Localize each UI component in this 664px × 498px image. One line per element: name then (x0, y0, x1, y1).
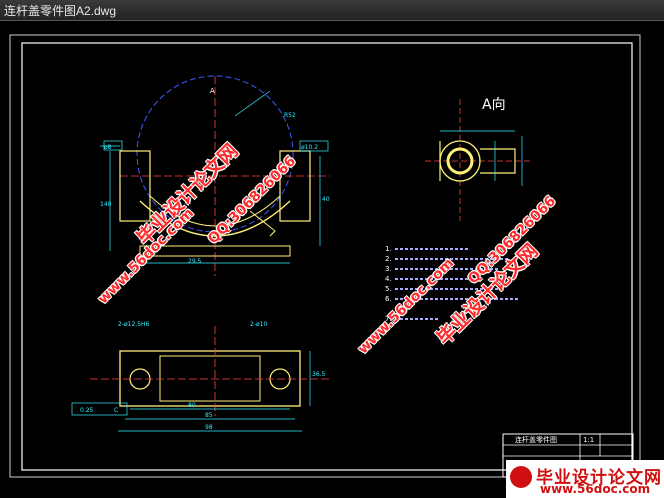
brand-badge: 毕业设计论文网 www.56doc.com (506, 460, 664, 498)
svg-text:4.: 4. (385, 275, 392, 283)
svg-text:0.25: 0.25 (80, 407, 94, 414)
svg-text:C: C (114, 407, 118, 414)
svg-text:ø8: ø8 (104, 144, 112, 151)
window-title: 连杆盖零件图A2.dwg (4, 4, 117, 18)
a-view-label: A向 (482, 97, 506, 113)
drawing-svg: A R52 ø10.2 ø8 29.5 40 140 A向 1. 2. 3. 4… (9, 34, 641, 478)
svg-text:80: 80 (188, 402, 196, 409)
svg-text:2-ø10: 2-ø10 (250, 321, 267, 328)
svg-text:140: 140 (100, 201, 112, 208)
svg-text:ø10.2: ø10.2 (301, 144, 318, 151)
svg-text:36.5: 36.5 (312, 371, 326, 378)
a-view: A向 (425, 97, 530, 221)
svg-text:连杆盖零件图: 连杆盖零件图 (515, 435, 557, 444)
svg-text:A: A (210, 87, 215, 95)
brand-logo (510, 466, 532, 488)
window-titlebar: 连杆盖零件图A2.dwg (0, 0, 664, 21)
svg-text:R52: R52 (284, 112, 296, 119)
brand-url: www.56doc.com (540, 482, 651, 496)
svg-text:2.: 2. (385, 255, 392, 263)
svg-text:85: 85 (205, 412, 213, 419)
svg-text:3.: 3. (385, 265, 392, 273)
svg-text:1.: 1. (385, 245, 392, 253)
svg-text:29.5: 29.5 (188, 258, 202, 265)
svg-text:5.: 5. (385, 285, 392, 293)
svg-text:40: 40 (322, 196, 330, 203)
cad-canvas[interactable]: A R52 ø10.2 ø8 29.5 40 140 A向 1. 2. 3. 4… (0, 21, 664, 498)
svg-text:2-ø12.5H6: 2-ø12.5H6 (118, 321, 150, 328)
svg-text:98: 98 (205, 424, 213, 431)
svg-text:1:1: 1:1 (583, 436, 594, 444)
svg-text:6.: 6. (385, 295, 392, 303)
bottom-view: 2-ø12.5H6 2-ø10 80 85 98 0.25 C 36.5 (71, 321, 330, 432)
